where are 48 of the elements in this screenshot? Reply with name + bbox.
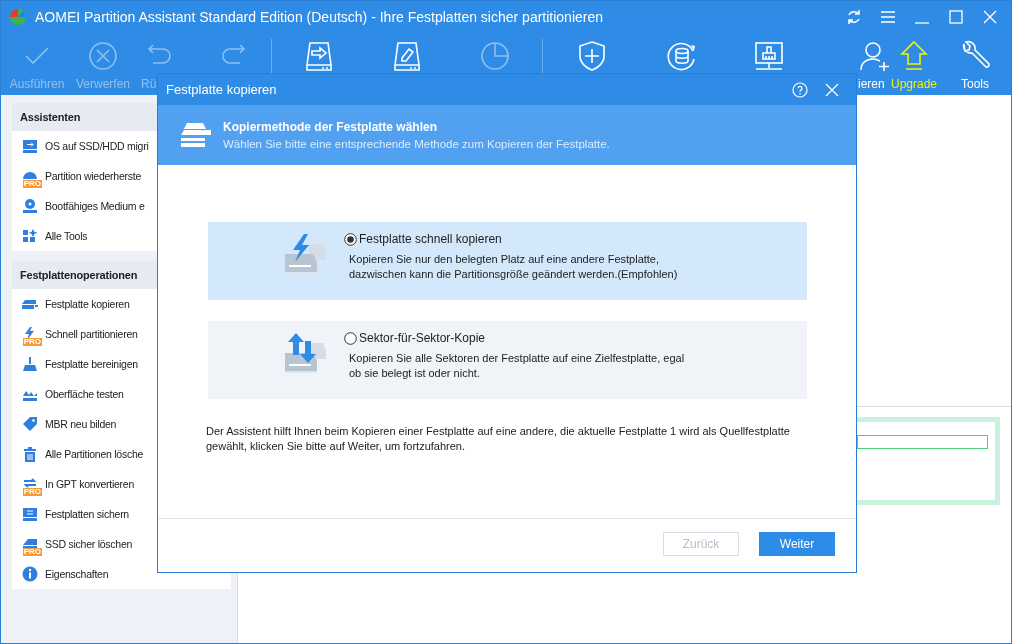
close-icon[interactable] — [824, 81, 840, 98]
sidebar-item[interactable]: In GPT konvertieren — [45, 478, 135, 490]
option-description: Kopieren Sie alle Sektoren der Festplatte auf eine Zielfestplatte, egal ob sie belegt ist oder nicht. — [349, 351, 685, 381]
sidebar-item[interactable]: OS auf SSD/HDD migri — [45, 140, 149, 152]
sidebar-item[interactable]: Schnell partitionieren — [45, 328, 138, 340]
disk-migrate-icon — [21, 137, 39, 155]
sidebar-item[interactable]: MBR neu bilden — [45, 418, 117, 430]
disk-backup-icon — [21, 505, 39, 523]
boot-disc-icon — [21, 197, 39, 215]
pro-badge: PRO — [22, 548, 42, 556]
sidebar-item[interactable]: Festplatte kopieren — [45, 298, 130, 310]
tag-icon — [21, 415, 39, 433]
broom-icon — [21, 355, 39, 373]
sidebar-item[interactable]: Oberfläche testen — [45, 388, 124, 400]
upgrade-icon[interactable] — [897, 39, 931, 73]
user-plus-icon[interactable] — [858, 39, 892, 73]
pro-badge: PRO — [22, 488, 42, 496]
option-card[interactable]: Sektor-für-Sektor-Kopie Kopieren Sie alle Sektoren der Festplatte auf eine Zielfestplatte, egal ob sie belegt ist oder nicht. — [208, 321, 807, 399]
option-card[interactable]: Festplatte schnell kopieren Kopieren Sie nur den belegten Platz auf eine andere Festplatte, dazwischen kann die Partitionsgröße geändert werden.(Empfohlen) — [208, 222, 807, 300]
help-icon[interactable] — [792, 81, 808, 98]
sidebar-item[interactable]: Alle Partitionen lösche — [45, 448, 144, 460]
pro-badge: PRO — [22, 338, 42, 346]
window-title: AOMEI Partition Assistant Standard Edition (Deutsch) - Ihre Festplatten sicher partitionieren — [35, 9, 605, 25]
sidebar-item[interactable]: Festplatten sichern — [45, 508, 129, 520]
trash-icon — [21, 445, 39, 463]
pro-badge: PRO — [22, 180, 42, 188]
tools-grid-icon — [21, 227, 39, 245]
radio-button[interactable] — [344, 332, 357, 345]
app-logo-icon — [9, 8, 27, 26]
info-text: Der Assistent hilft Ihnen beim Kopieren einer Festplatte auf eine andere, die aktuelle Festplatte 1 wird als Quellfestplatte gewählt, klicken Sie bitte auf Weiter, um fortzufahren. — [206, 424, 791, 454]
info-icon — [21, 565, 39, 583]
option-label[interactable]: Festplatte schnell kopieren — [359, 232, 502, 246]
close-icon[interactable] — [981, 8, 999, 26]
maximize-icon[interactable] — [947, 8, 965, 26]
refresh-icon[interactable] — [845, 8, 863, 26]
sidebar-item[interactable]: Bootfähiges Medium e — [45, 200, 145, 212]
option-description: Kopieren Sie nur den belegten Platz auf eine andere Festplatte, dazwischen kann die Partitionsgröße geändert werden.(Empfohlen) — [349, 252, 679, 282]
monitor-broom-icon[interactable] — [752, 39, 786, 73]
sidebar-item[interactable]: Alle Tools — [45, 230, 88, 242]
sidebar-item[interactable]: Eigenschaften — [45, 568, 109, 580]
sidebar-item[interactable]: SSD sicher löschen — [45, 538, 133, 550]
radio-button[interactable] — [344, 233, 357, 246]
option-label[interactable]: Sektor-für-Sektor-Kopie — [359, 331, 486, 345]
sidebar-item[interactable]: Partition wiederherste — [45, 170, 142, 182]
menu-icon[interactable] — [879, 8, 897, 26]
dialog-title: Festplatte kopieren — [166, 82, 278, 97]
sidebar-item[interactable]: Festplatte bereinigen — [45, 358, 138, 370]
header-subtitle: Wählen Sie bitte eine entsprechende Methode zum Kopieren der Festplatte. — [223, 138, 610, 150]
